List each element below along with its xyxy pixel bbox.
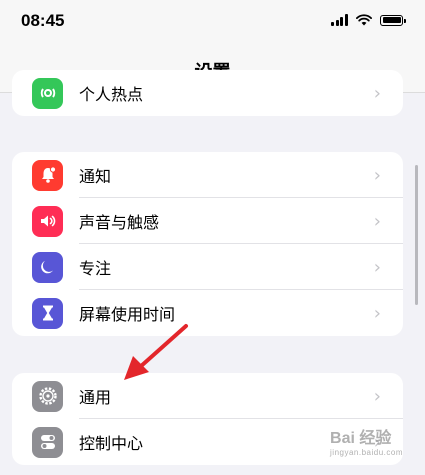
settings-row-label: 控制中心 [79,434,144,453]
watermark: Bai 经验 jingyan.baidu.com [330,424,403,457]
settings-row-label: 个人热点 [79,85,144,104]
hotspot-icon [32,77,63,109]
settings-row-hotspot[interactable]: 个人热点 › [12,70,403,116]
watermark-subtext: jingyan.baidu.com [330,448,403,457]
status-time: 08:45 [21,11,65,30]
moon-icon [32,251,63,283]
settings-row-label: 声音与触感 [79,213,160,232]
settings-row-notifications[interactable]: 通知 › [12,152,403,198]
settings-row-label: 通用 [79,388,112,407]
status-icons [331,14,406,26]
settings-row-sounds[interactable]: 声音与触感 › [12,198,403,244]
settings-row-label: 专注 [79,259,112,278]
battery-icon [380,14,406,26]
settings-row-label: 通知 [79,167,112,186]
settings-row-focus[interactable]: 专注 › [12,244,403,290]
wifi-icon [356,14,372,26]
settings-group-notifications: 通知 › 声音与触感 › 专注 › 屏幕使用时间 › [12,152,403,336]
chevron-right-icon: › [373,256,381,278]
toggle-icon [32,426,63,458]
chevron-right-icon: › [373,164,381,186]
cellular-signal-icon [331,14,349,26]
settings-group-network: 个人热点 › [12,70,403,116]
watermark-text: Bai 经验 [330,430,392,447]
settings-row-screen-time[interactable]: 屏幕使用时间 › [12,290,403,336]
notification-bell-icon [32,159,63,191]
settings-row-label: 屏幕使用时间 [79,305,176,324]
chevron-right-icon: › [373,385,381,407]
status-bar: 08:45 [0,0,425,44]
chevron-right-icon: › [373,210,381,232]
scroll-indicator[interactable] [415,165,418,305]
settings-row-general[interactable]: 通用 › [12,373,403,419]
hourglass-icon [32,297,63,329]
chevron-right-icon: › [373,82,381,104]
chevron-right-icon: › [373,302,381,324]
gear-icon [32,380,63,412]
speaker-icon [32,205,63,237]
